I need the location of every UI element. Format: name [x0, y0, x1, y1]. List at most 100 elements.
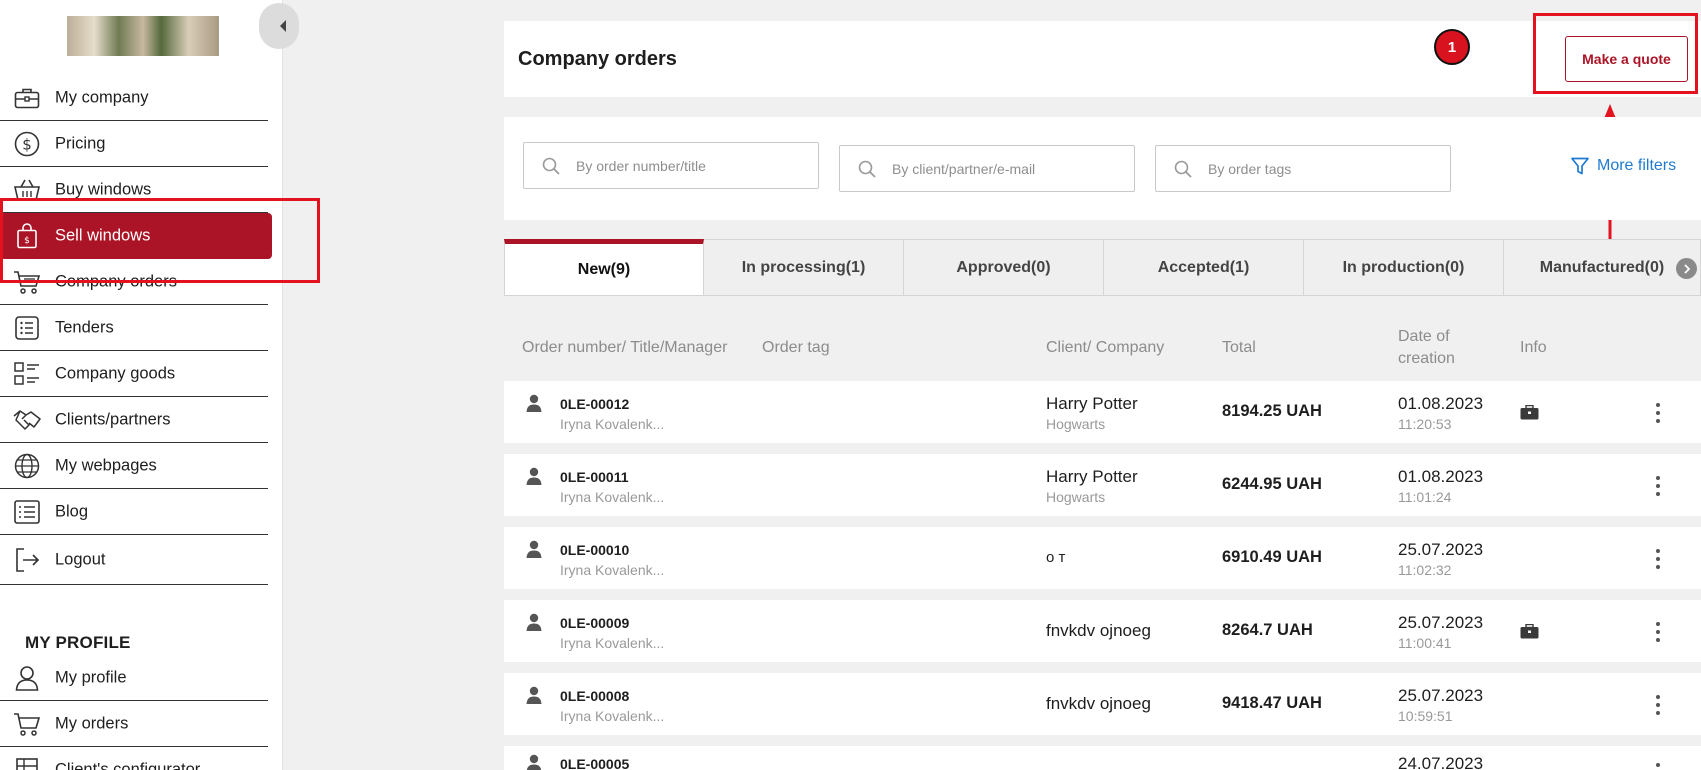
order-date: 24.07.2023	[1398, 754, 1484, 770]
dollar-icon: $	[13, 131, 41, 157]
list-icon	[13, 315, 41, 341]
table-row[interactable]: 0LE-00005 24.07.2023	[504, 746, 1701, 770]
tab-approved[interactable]: Approved(0)	[904, 239, 1104, 296]
briefcase-icon	[1520, 624, 1539, 639]
order-time: 11:20:53	[1398, 416, 1452, 432]
order-manager: Iryna Kovalenk...	[560, 489, 665, 505]
order-number[interactable]: 0LE-00008	[560, 688, 629, 704]
more-filters-label: More filters	[1597, 157, 1677, 174]
my-profile-heading: MY PROFILE	[25, 633, 131, 652]
row-menu-icon[interactable]	[1648, 693, 1668, 717]
order-number[interactable]: 0LE-00005	[560, 756, 629, 770]
sidebar-item-logout[interactable]: Logout	[0, 535, 268, 585]
order-client: о т	[1046, 549, 1066, 566]
search-icon	[542, 157, 560, 175]
sidebar-item-company-goods[interactable]: Company goods	[0, 351, 268, 397]
order-number[interactable]: 0LE-00011	[560, 469, 629, 485]
order-total: 6244.95 UAH	[1222, 475, 1322, 493]
column-header-date-line1: Date of	[1398, 328, 1450, 345]
user-icon	[526, 467, 542, 485]
chevron-right-icon	[1683, 263, 1690, 274]
order-time: 11:00:41	[1398, 635, 1452, 651]
table-row[interactable]: 0LE-00010 Iryna Kovalenk... о т 6910.49 …	[504, 527, 1701, 589]
sidebar-nav: My company $ Pricing Buy windows $ Sell …	[0, 75, 272, 585]
step-badge: 1	[1434, 29, 1470, 65]
order-number[interactable]: 0LE-00009	[560, 615, 629, 631]
user-icon	[526, 540, 542, 558]
company-logo[interactable]	[67, 16, 219, 56]
svg-text:$: $	[22, 135, 32, 153]
sidebar-collapse-button[interactable]	[259, 3, 299, 49]
user-icon	[526, 754, 542, 770]
profile-nav: My profile My orders Client's configurat…	[0, 655, 268, 770]
blog-icon	[13, 499, 41, 525]
row-menu-icon[interactable]	[1648, 401, 1668, 425]
briefcase-icon	[1520, 405, 1539, 420]
order-status-tabs: New(9) In processing(1) Approved(0) Acce…	[504, 239, 1701, 296]
order-search-input[interactable]	[576, 143, 810, 188]
column-header-tag: Order tag	[762, 339, 830, 356]
order-date: 01.08.2023	[1398, 394, 1484, 413]
highlight-sell-windows	[0, 198, 320, 283]
order-client: Harry Potter	[1046, 467, 1138, 486]
tab-in-production[interactable]: In production(0)	[1304, 239, 1504, 296]
tab-in-processing[interactable]: In processing(1)	[704, 239, 904, 296]
handshake-icon	[13, 407, 41, 433]
order-number[interactable]: 0LE-00010	[560, 542, 629, 558]
page-title: Company orders	[518, 48, 677, 70]
tab-accepted[interactable]: Accepted(1)	[1104, 239, 1304, 296]
globe-icon	[13, 453, 41, 479]
filter-panel: More filters	[504, 117, 1701, 220]
row-menu-icon[interactable]	[1648, 547, 1668, 571]
sidebar-item-my-profile[interactable]: My profile	[0, 655, 268, 701]
sidebar-item-my-webpages[interactable]: My webpages	[0, 443, 268, 489]
order-time: 11:02:32	[1398, 562, 1452, 578]
client-search-input[interactable]	[892, 146, 1126, 191]
row-menu-icon[interactable]	[1648, 474, 1668, 498]
sidebar-item-my-orders[interactable]: My orders	[0, 701, 268, 747]
row-menu-icon[interactable]	[1648, 620, 1668, 644]
order-manager: Iryna Kovalenk...	[560, 708, 665, 724]
order-date: 25.07.2023	[1398, 686, 1484, 705]
order-number[interactable]: 0LE-00012	[560, 396, 629, 412]
tags-search-field[interactable]	[1155, 145, 1451, 192]
tags-search-input[interactable]	[1208, 146, 1442, 191]
order-client: Harry Potter	[1046, 394, 1138, 413]
column-header-date: Date of creation	[1398, 326, 1455, 370]
more-filters-link[interactable]: More filters	[1571, 157, 1676, 175]
user-icon	[13, 665, 41, 691]
order-time: 10:59:51	[1398, 708, 1453, 724]
row-menu-icon[interactable]	[1648, 761, 1668, 770]
order-client: fnvkdv ojnoeg	[1046, 694, 1151, 713]
sidebar-item-pricing[interactable]: $ Pricing	[0, 121, 268, 167]
user-icon	[526, 613, 542, 631]
order-client: fnvkdv ojnoeg	[1046, 621, 1151, 640]
tab-manufactured[interactable]: Manufactured(0)	[1504, 239, 1701, 296]
table-row[interactable]: 0LE-00008 Iryna Kovalenk... fnvkdv ojnoe…	[504, 673, 1701, 735]
highlight-make-quote	[1533, 13, 1698, 94]
column-header-total: Total	[1222, 339, 1256, 356]
order-time: 11:01:24	[1398, 489, 1452, 505]
column-header-info: Info	[1520, 339, 1547, 356]
table-row[interactable]: 0LE-00011 Iryna Kovalenk... Harry Potter…	[504, 454, 1701, 516]
briefcase-icon	[13, 85, 41, 111]
configurator-icon	[13, 757, 41, 770]
sidebar-item-clients-partners[interactable]: Clients/partners	[0, 397, 268, 443]
table-row[interactable]: 0LE-00009 Iryna Kovalenk... fnvkdv ojnoe…	[504, 600, 1701, 662]
table-row[interactable]: 0LE-00012 Iryna Kovalenk... Harry Potter…	[504, 381, 1701, 443]
sidebar: My company $ Pricing Buy windows $ Sell …	[0, 0, 299, 770]
sidebar-item-blog[interactable]: Blog	[0, 489, 268, 535]
order-search-field[interactable]	[523, 142, 819, 189]
sidebar-item-clients-configurator[interactable]: Client's configurator	[0, 747, 268, 770]
user-icon	[526, 394, 542, 412]
logout-icon	[13, 547, 41, 573]
chevron-left-icon	[280, 20, 286, 32]
order-manager: Iryna Kovalenk...	[560, 416, 665, 432]
goods-icon	[13, 361, 41, 387]
sidebar-item-tenders[interactable]: Tenders	[0, 305, 268, 351]
tab-new[interactable]: New(9)	[504, 239, 704, 296]
client-search-field[interactable]	[839, 145, 1135, 192]
search-icon	[858, 160, 876, 178]
sidebar-item-my-company[interactable]: My company	[0, 75, 268, 121]
tabs-scroll-right-button[interactable]	[1676, 258, 1697, 279]
